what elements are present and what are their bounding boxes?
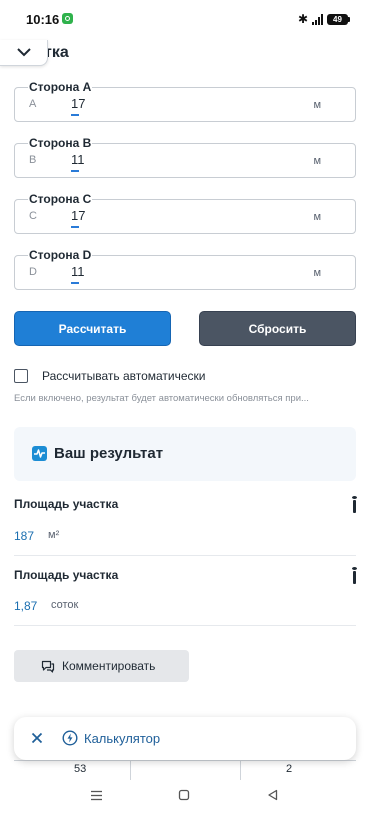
status-icons: ✱ 49 xyxy=(297,12,350,26)
pulse-icon xyxy=(32,446,47,461)
side-b-label: Сторона B xyxy=(28,136,93,150)
back-icon[interactable] xyxy=(265,788,279,802)
input-underline xyxy=(71,114,79,116)
comment-button[interactable]: Комментировать xyxy=(14,650,189,682)
calculate-button[interactable]: Рассчитать xyxy=(14,311,171,346)
comment-icon xyxy=(41,660,55,673)
result-row-value: 187 xyxy=(14,529,35,543)
auto-calculate-checkbox[interactable] xyxy=(14,369,28,383)
status-time: 10:16 xyxy=(26,12,60,27)
calculator-label: Калькулятор xyxy=(84,731,161,746)
auto-calculate-label[interactable]: Рассчитывать автоматически xyxy=(42,369,206,383)
field-unit: м xyxy=(313,99,321,111)
table-peek: 53 2 xyxy=(14,760,356,781)
result-row-value: 1,87 xyxy=(14,599,38,613)
side-d-input[interactable]: 11 xyxy=(71,264,85,279)
side-b-input[interactable]: 11 xyxy=(71,152,85,167)
info-icon[interactable] xyxy=(352,496,357,513)
system-nav-bar xyxy=(0,780,370,813)
input-underline xyxy=(71,226,79,228)
result-row-label: Площадь участка xyxy=(14,497,119,511)
result-title: Ваш результат xyxy=(54,445,164,462)
result-header: Ваш результат xyxy=(14,427,356,481)
divider xyxy=(14,555,356,556)
side-d-label: Сторона D xyxy=(28,248,93,262)
result-row-unit: соток xyxy=(51,599,79,611)
input-underline xyxy=(71,170,79,172)
table-cell: 2 xyxy=(286,763,293,775)
field-unit: м xyxy=(313,155,321,167)
status-bar: 10:16 ✱ 49 xyxy=(0,0,370,40)
divider xyxy=(14,625,356,626)
result-row-unit: м² xyxy=(48,529,60,541)
field-unit: м xyxy=(313,211,321,223)
bluetooth-icon: ✱ xyxy=(297,12,308,26)
reset-button[interactable]: Сбросить xyxy=(199,311,356,346)
auto-calculate-hint: Если включено, результат будет автоматич… xyxy=(14,393,309,404)
table-separator xyxy=(130,761,131,781)
field-letter: C xyxy=(29,210,37,222)
lightning-icon xyxy=(62,730,78,746)
signal-icon xyxy=(312,13,323,25)
battery-level: 49 xyxy=(333,14,342,24)
calculator-bar[interactable]: Калькулятор xyxy=(14,717,356,760)
side-a-label: Сторона A xyxy=(28,80,93,94)
input-underline xyxy=(71,282,79,284)
info-icon[interactable] xyxy=(352,567,357,584)
table-cell: 53 xyxy=(74,763,87,775)
collapse-button[interactable] xyxy=(0,40,48,66)
field-letter: A xyxy=(29,98,37,110)
table-separator xyxy=(240,761,241,781)
field-unit: м xyxy=(313,267,321,279)
close-icon[interactable] xyxy=(28,729,46,747)
app-notification-icon xyxy=(62,13,73,24)
result-row-label: Площадь участка xyxy=(14,568,119,582)
menu-icon[interactable] xyxy=(89,788,103,802)
field-letter: B xyxy=(29,154,37,166)
side-c-label: Сторона C xyxy=(28,192,93,206)
comment-button-label: Комментировать xyxy=(62,659,156,673)
chevron-down-icon xyxy=(16,48,31,57)
home-icon[interactable] xyxy=(177,788,191,802)
battery-icon: 49 xyxy=(327,13,350,25)
field-letter: D xyxy=(29,266,37,278)
side-c-input[interactable]: 17 xyxy=(71,208,85,223)
side-a-input[interactable]: 17 xyxy=(71,96,85,111)
